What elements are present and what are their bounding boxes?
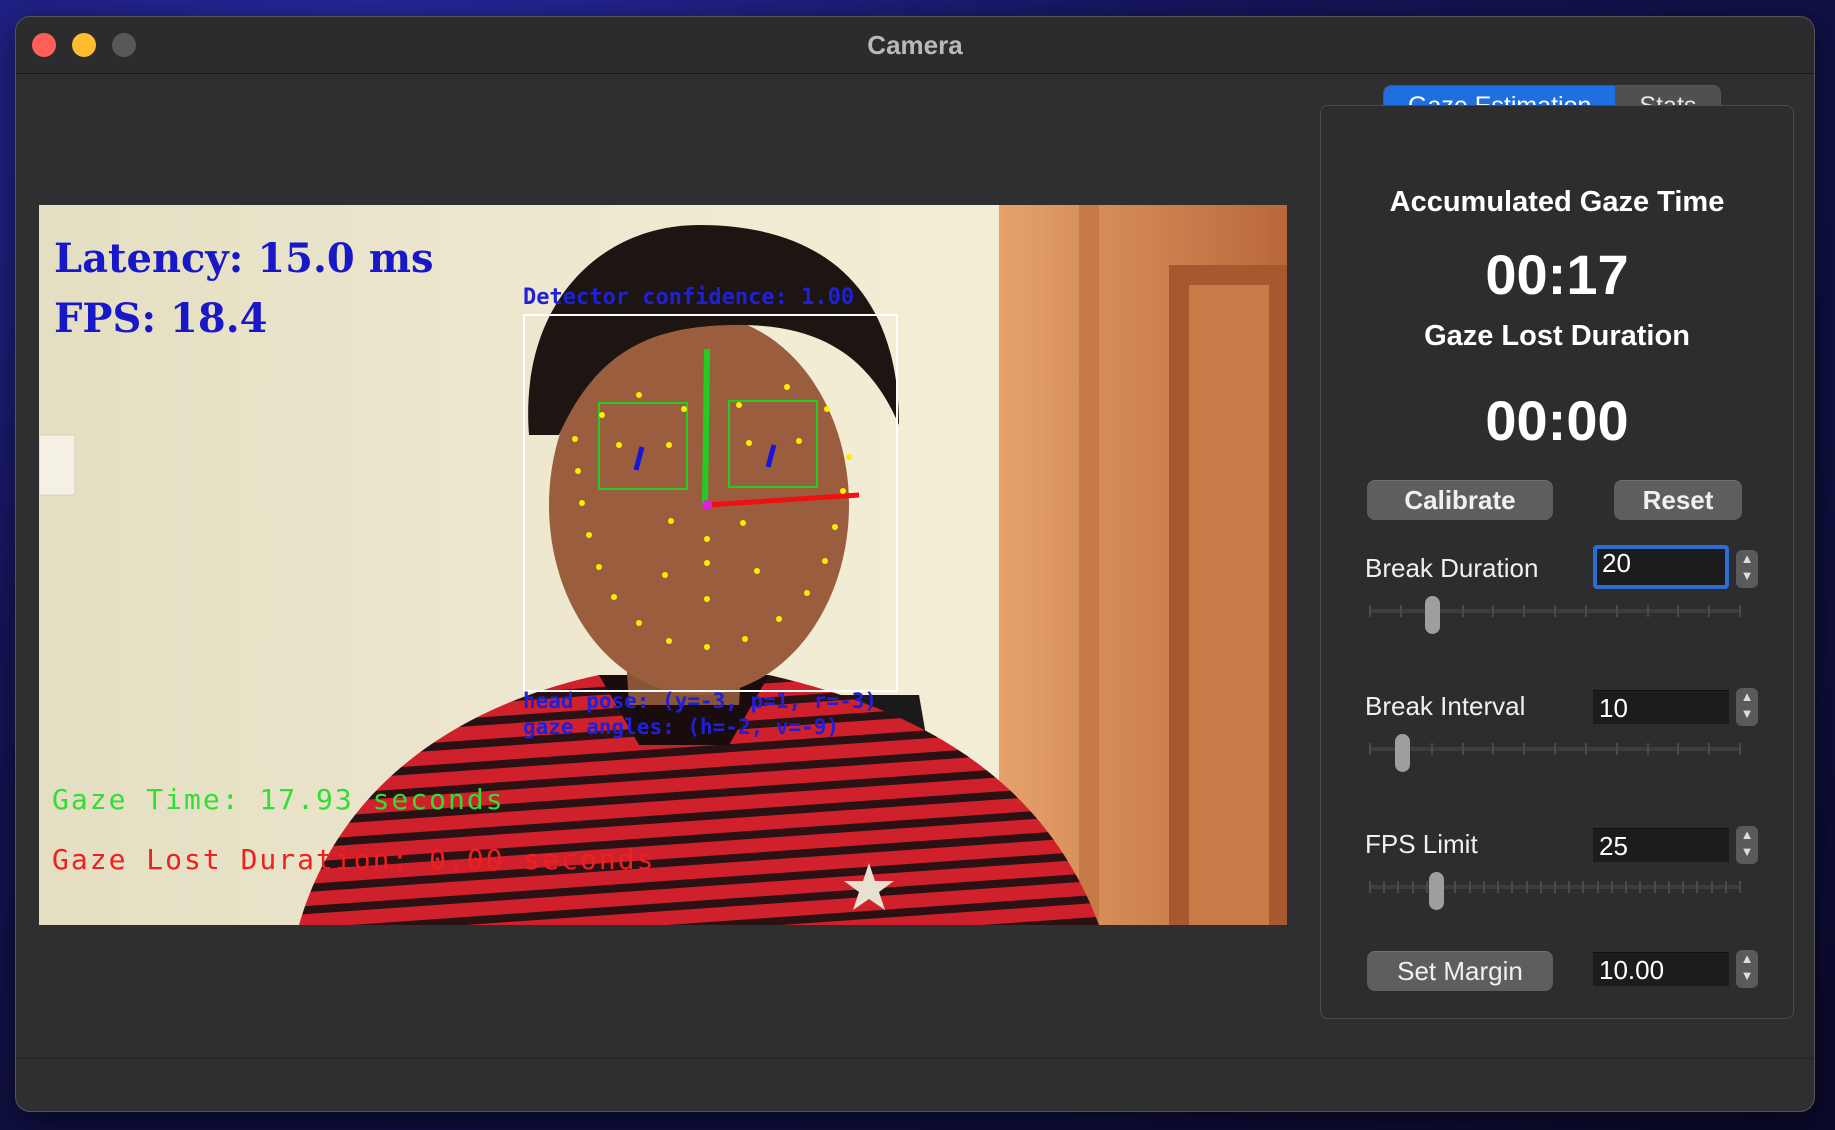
slider-tick [1369,743,1371,755]
fps-limit-label: FPS Limit [1365,829,1478,859]
slider-tick [1497,881,1500,893]
gaze-estimation-panel: Accumulated Gaze Time 00:17 Gaze Lost Du… [1320,105,1794,1019]
slider-tick [1399,605,1402,617]
slider-ticks [1369,881,1741,893]
fps-limit-field[interactable]: 25 [1593,828,1729,862]
slider-tick [1383,881,1386,893]
slider-tick [1677,605,1680,617]
slider-tick [1615,605,1618,617]
gaze-lost-overlay: Gaze Lost Duration: 0.00 seconds [52,843,656,876]
slider-tick [1461,605,1464,617]
slider-tick [1584,605,1587,617]
slider-tick [1724,881,1727,893]
slider-tick [1523,605,1526,617]
slider-tick [1454,881,1457,893]
slider-tick [1468,881,1471,893]
break-interval-field[interactable]: 10 [1593,690,1729,724]
slider-tick [1710,881,1713,893]
gaze-lost-value: 00:00 [1485,389,1629,452]
break-interval-label: Break Interval [1365,691,1526,721]
slider-thumb[interactable] [1395,734,1411,772]
break-duration-stepper[interactable]: ▲ ▼ [1736,550,1758,588]
slider-tick [1425,881,1428,893]
slider-tick [1708,605,1711,617]
reset-button[interactable]: Reset [1614,480,1742,520]
slider-tick [1411,881,1414,893]
camera-feed: Latency: 15.0 ms FPS: 18.4 Detector conf… [39,205,1287,925]
fps-limit-stepper[interactable]: ▲ ▼ [1736,826,1758,864]
slider-tick [1511,881,1514,893]
slider-tick [1554,743,1556,755]
break-interval-slider[interactable] [1369,734,1741,772]
slider-tick [1482,881,1485,893]
slider-tick [1397,881,1400,893]
slider-tick [1696,881,1699,893]
gaze-angles-overlay: gaze angles: (h=-2, v=-9) [523,715,840,739]
camera-window: Camera Latency: 15.0 ms FPS: 18.4 Detect… [16,17,1814,1111]
slider-tick [1739,605,1741,617]
slider-tick [1492,743,1495,755]
slider-tick [1615,743,1618,755]
slider-tick [1646,605,1649,617]
window-title: Camera [867,30,963,60]
slider-tick [1430,743,1433,755]
gaze-lost-label: Gaze Lost Duration [1424,320,1690,352]
accumulated-gaze-label: Accumulated Gaze Time [1389,186,1725,218]
slider-tick [1708,743,1711,755]
slider-tick [1610,881,1613,893]
margin-field[interactable]: 10.00 [1593,952,1729,986]
gaze-time-overlay: Gaze Time: 17.93 seconds [52,783,505,816]
detector-confidence-overlay: Detector confidence: 1.00 [523,285,855,310]
title-bar: Camera [16,17,1814,74]
slider-tick [1677,743,1680,755]
slider-tick [1584,743,1587,755]
slider-ticks [1369,743,1741,755]
slider-tick [1554,881,1556,893]
fps-limit-slider[interactable] [1369,872,1741,910]
break-interval-stepper[interactable]: ▲ ▼ [1736,688,1758,726]
slider-tick [1739,743,1741,755]
fps-overlay: FPS: 18.4 [54,295,268,342]
slider-tick [1539,881,1542,893]
slider-tick [1582,881,1585,893]
slider-tick [1492,605,1495,617]
slider-tick [1639,881,1642,893]
slider-tick [1369,605,1371,617]
slider-tick [1625,881,1628,893]
slider-tick [1568,881,1571,893]
calibrate-button[interactable]: Calibrate [1367,480,1553,520]
slider-tick [1525,881,1528,893]
accumulated-gaze-value: 00:17 [1485,243,1629,306]
slider-tick [1667,881,1670,893]
slider-thumb[interactable] [1428,872,1444,910]
break-duration-slider[interactable] [1369,596,1741,634]
set-margin-button[interactable]: Set Margin [1367,951,1553,991]
margin-stepper[interactable]: ▲ ▼ [1736,950,1758,988]
slider-thumb[interactable] [1424,596,1440,634]
slider-tick [1461,743,1464,755]
break-duration-label: Break Duration [1365,553,1539,583]
slider-tick [1523,743,1526,755]
status-bar-divider [16,1058,1814,1059]
break-duration-field[interactable]: 20 [1593,545,1729,589]
head-pose-overlay: head pose: (y=-3, p=1, r=-3) [523,689,878,713]
slider-tick [1653,881,1656,893]
slider-tick [1739,881,1741,893]
latency-overlay: Latency: 15.0 ms [54,235,434,282]
slider-tick [1596,881,1599,893]
slider-tick [1554,605,1556,617]
slider-tick [1646,743,1649,755]
slider-tick [1682,881,1685,893]
slider-tick [1369,881,1371,893]
